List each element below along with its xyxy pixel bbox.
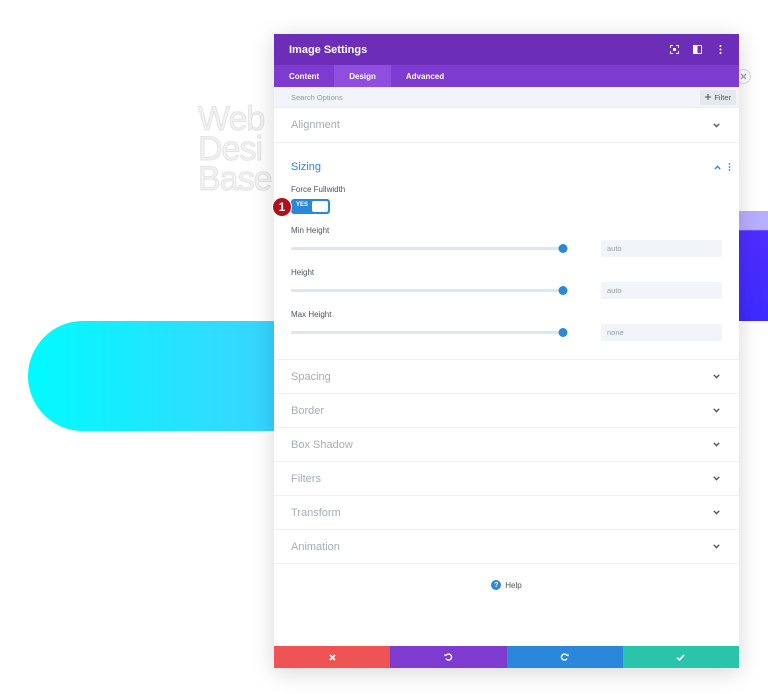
help-label: Help xyxy=(505,580,522,590)
section-box-shadow[interactable]: Box Shadow xyxy=(274,428,739,462)
section-filters[interactable]: Filters xyxy=(274,462,739,496)
force-fullwidth-field: Force Fullwidth YES xyxy=(291,185,731,214)
header-icons xyxy=(669,45,725,55)
section-title: Filters xyxy=(291,472,321,485)
tab-design[interactable]: Design xyxy=(334,65,391,87)
slider-fill xyxy=(291,289,563,292)
search-options-input[interactable] xyxy=(291,92,701,102)
field-label: Max Height xyxy=(291,310,332,319)
section-transform[interactable]: Transform xyxy=(274,496,739,530)
help-icon: ? xyxy=(491,580,502,590)
search-row: Filter xyxy=(274,87,739,108)
max-height-field: Max Height xyxy=(291,310,731,341)
help-link[interactable]: ? Help xyxy=(274,580,739,590)
undo-button[interactable] xyxy=(390,646,507,668)
check-icon xyxy=(676,648,685,666)
modal-footer xyxy=(274,646,739,668)
chevron-down-icon xyxy=(711,406,721,416)
chevron-down-icon xyxy=(711,372,721,382)
chevron-down-icon xyxy=(711,474,721,484)
split-view-icon[interactable] xyxy=(692,45,702,55)
section-alignment[interactable]: Alignment xyxy=(274,108,739,143)
plus-icon xyxy=(705,93,712,102)
tab-content[interactable]: Content xyxy=(274,65,334,87)
slider-row xyxy=(291,282,731,299)
ghost-line: Base xyxy=(198,160,273,198)
slider-fill xyxy=(291,331,563,334)
chevron-down-icon xyxy=(711,542,721,552)
section-border[interactable]: Border xyxy=(274,394,739,428)
slider-row xyxy=(291,324,731,341)
slider-handle[interactable] xyxy=(558,328,568,337)
height-input[interactable] xyxy=(601,282,722,299)
fullscreen-icon[interactable] xyxy=(669,45,679,55)
section-title: Border xyxy=(291,404,325,417)
close-icon xyxy=(329,648,336,666)
page: Web Desi Base Image Settings Content Des… xyxy=(0,0,768,694)
toggle-state: YES xyxy=(296,202,309,208)
section-title: Animation xyxy=(291,540,340,553)
toggle-knob xyxy=(312,201,328,212)
section-animation[interactable]: Animation xyxy=(274,530,739,564)
max-height-input[interactable] xyxy=(601,324,722,341)
filter-button[interactable]: Filter xyxy=(700,89,736,105)
slider-row xyxy=(291,240,731,257)
step-number-badge: 1 xyxy=(272,197,292,217)
height-field: Height xyxy=(291,268,731,299)
background-ghost-heading: Web Desi Base xyxy=(198,102,273,198)
redo-icon xyxy=(560,648,569,666)
sizing-header[interactable]: Sizing xyxy=(291,158,731,176)
field-label: Force Fullwidth xyxy=(291,185,346,194)
field-label: Height xyxy=(291,268,315,277)
section-title: Box Shadow xyxy=(291,438,353,451)
section-more-icon[interactable] xyxy=(728,158,731,176)
section-spacing[interactable]: Spacing xyxy=(274,360,739,394)
modal-header: Image Settings xyxy=(274,34,739,65)
more-options-icon[interactable] xyxy=(715,45,725,55)
chevron-down-icon xyxy=(711,120,721,130)
redo-button[interactable] xyxy=(506,646,623,668)
min-height-slider[interactable] xyxy=(291,244,568,253)
chevron-down-icon xyxy=(711,440,721,450)
sizing-actions xyxy=(712,158,731,176)
section-title: Transform xyxy=(291,506,341,519)
cancel-button[interactable] xyxy=(274,646,391,668)
chevron-down-icon xyxy=(711,508,721,518)
section-title: Spacing xyxy=(291,370,331,383)
modal-title: Image Settings xyxy=(289,43,368,56)
tab-bar: Content Design Advanced xyxy=(274,65,739,87)
slider-handle[interactable] xyxy=(558,244,568,253)
save-button[interactable] xyxy=(622,646,739,668)
section-title: Alignment xyxy=(291,119,340,131)
section-sizing: Sizing Force Fullwidth YES Min Height au… xyxy=(274,143,739,360)
slider-handle[interactable] xyxy=(558,286,568,295)
force-fullwidth-toggle[interactable]: YES xyxy=(291,199,330,214)
chevron-up-icon[interactable] xyxy=(712,162,722,172)
min-height-field: Min Height xyxy=(291,226,731,257)
undo-icon xyxy=(444,648,453,666)
max-height-slider[interactable] xyxy=(291,328,568,337)
slider-fill xyxy=(291,247,563,250)
section-title: Sizing xyxy=(291,161,321,173)
min-height-input[interactable] xyxy=(601,240,722,257)
image-settings-modal: Image Settings Content Design Advanced S… xyxy=(274,34,739,668)
filter-label: Filter xyxy=(714,92,731,102)
background-gradient-block xyxy=(736,211,768,321)
tab-advanced[interactable]: Advanced xyxy=(391,65,459,87)
height-slider[interactable] xyxy=(291,286,568,295)
field-label: Min Height xyxy=(291,226,330,235)
